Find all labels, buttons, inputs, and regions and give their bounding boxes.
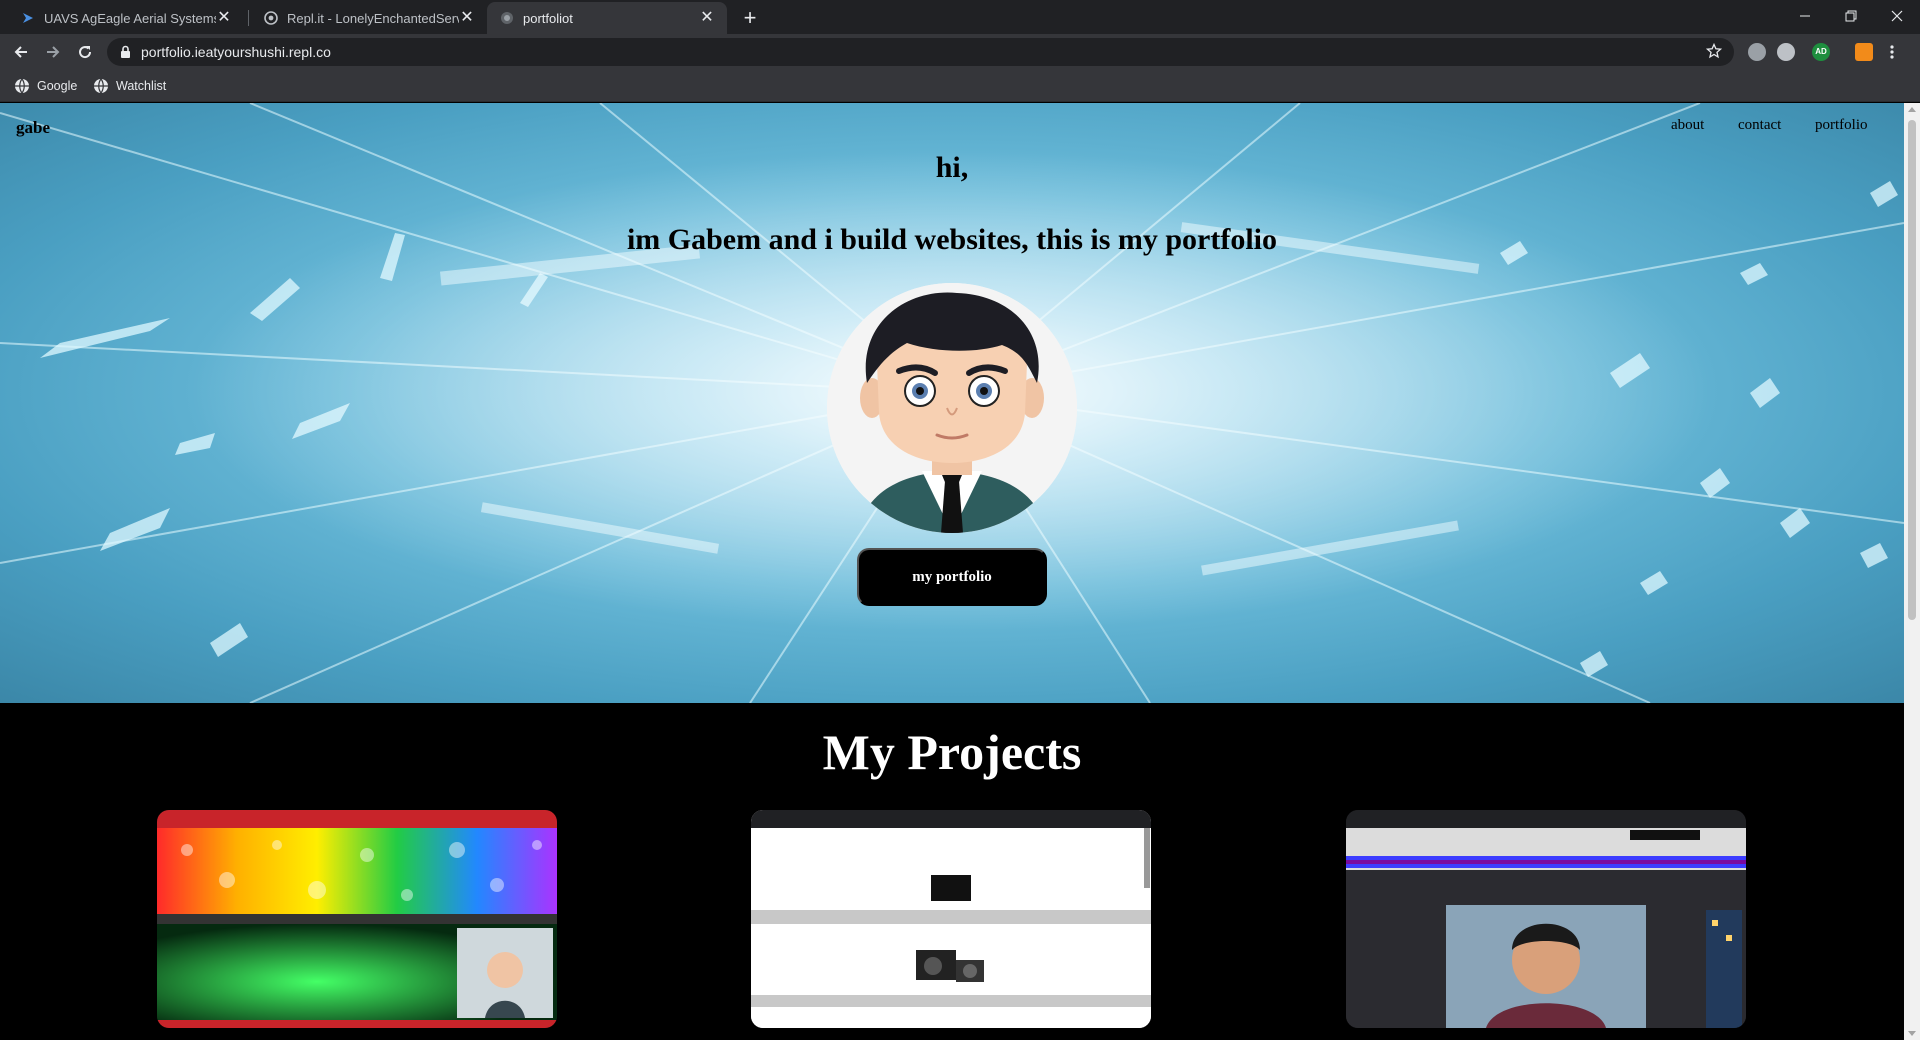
close-icon[interactable]: ✕ [459,10,475,26]
nav-link-about[interactable]: about [1671,117,1704,134]
browser-menu-button[interactable] [1884,38,1900,66]
hero-section: gabe about contact portfolio hi, im Gabe… [0,103,1904,703]
scroll-up-icon[interactable] [1908,107,1916,112]
project-thumbnail-image [751,810,1151,1028]
site-logo[interactable]: gabe [16,118,50,138]
nav-link-contact[interactable]: contact [1738,117,1781,134]
bookmark-label: Google [37,79,78,93]
minimize-button[interactable] [1782,0,1828,32]
forward-button[interactable] [39,38,67,66]
project-card-pc-builder[interactable] [751,810,1151,1028]
close-icon[interactable]: ✕ [699,10,715,26]
nav-link-portfolio[interactable]: portfolio [1815,117,1868,134]
lock-icon [121,45,130,58]
project-thumbnail-image [1346,810,1746,1028]
restore-button[interactable] [1828,0,1874,32]
replit-favicon-icon [263,10,279,26]
address-bar[interactable]: portfolio.ieatyourshushi.repl.co [107,38,1734,66]
project-card-my-website[interactable] [1346,810,1746,1028]
tab-title: portfoliot [523,10,573,26]
project-thumbnail-image [157,810,557,1028]
tab-replit[interactable]: Repl.it - LonelyEnchantedServers ✕ [251,2,487,34]
browser-toolbar: portfolio.ieatyourshushi.repl.co AD [0,34,1920,70]
minimize-icon [1800,15,1810,17]
bookmark-google[interactable]: Google [14,76,77,96]
reload-button[interactable] [71,38,99,66]
back-button[interactable] [7,38,35,66]
scrollbar-thumb[interactable] [1908,120,1916,620]
scroll-down-icon[interactable] [1908,1031,1916,1036]
puzzle-extension-icon[interactable] [1855,43,1873,61]
extension-icon[interactable] [1777,43,1795,61]
hero-tagline: im Gabem and i build websites, this is m… [626,223,1278,256]
tab-uavs[interactable]: UAVS AgEagle Aerial Systems — ✕ [8,2,244,34]
tab-title: Repl.it - LonelyEnchantedServers [287,10,459,26]
hero-greeting: hi, [935,151,969,184]
extension-icon[interactable] [1748,43,1766,61]
close-icon [1891,10,1903,22]
page-viewport: gabe about contact portfolio hi, im Gabe… [0,103,1904,1040]
close-icon[interactable]: ✕ [216,10,232,26]
profile-avatar[interactable]: AD [1812,43,1830,61]
cartoon-avatar-image [827,283,1077,533]
avatar [827,283,1077,533]
bookmark-label: Watchlist [116,79,167,93]
globe-icon [15,78,29,94]
project-card-blog[interactable] [157,810,557,1028]
restore-icon [1845,10,1857,22]
arrow-right-icon [47,46,60,58]
star-icon[interactable] [1706,43,1722,59]
tab-portfolio[interactable]: portfoliot ✕ [487,2,727,34]
tab-divider [248,10,249,26]
globe-icon [94,78,108,94]
tab-title: UAVS AgEagle Aerial Systems — [44,10,216,26]
tab-strip: UAVS AgEagle Aerial Systems — ✕ Repl.it … [0,0,1920,34]
bookmarks-bar: Google Watchlist [0,70,1920,102]
url-text: portfolio.ieatyourshushi.repl.co [141,44,331,60]
bookmark-watchlist[interactable]: Watchlist [93,76,166,96]
more-vertical-icon [1890,45,1894,59]
globe-favicon-icon [499,10,515,26]
reload-icon [79,46,92,59]
new-tab-button[interactable]: + [737,5,763,31]
page-scrollbar[interactable] [1904,103,1920,1040]
agEagle-favicon-icon [20,10,36,26]
my-portfolio-button[interactable]: my portfolio [857,548,1047,606]
arrow-left-icon [14,46,27,58]
window-close-button[interactable] [1874,0,1920,32]
projects-title: My Projects [822,724,1082,780]
